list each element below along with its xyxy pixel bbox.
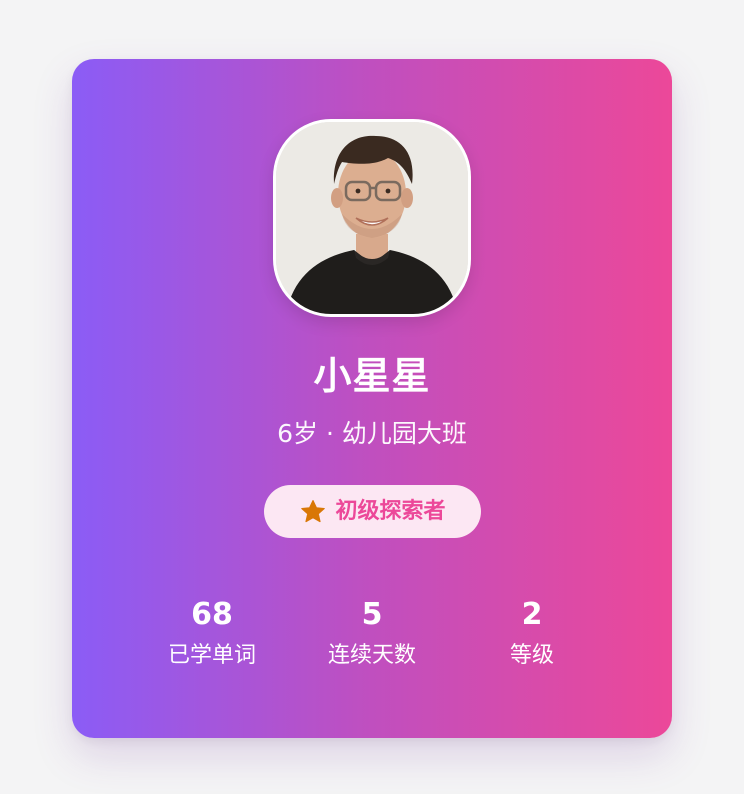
level-badge: 初级探索者 [264,485,481,538]
stat-value: 5 [361,597,383,632]
stat-label: 已学单词 [167,643,256,668]
star-icon [301,499,326,522]
profile-card: 小星星 6岁 · 幼儿园大班 初级探索者 68 已学单词 5 连续天数 2 等级 [72,59,672,738]
stat-label: 连续天数 [327,643,416,668]
avatar-photo [276,122,468,314]
badge-label: 初级探索者 [335,498,446,524]
stat-streak-days: 5 连续天数 [292,595,452,671]
stat-value: 68 [191,597,233,632]
stats-row: 68 已学单词 5 连续天数 2 等级 [132,595,612,671]
stat-level: 2 等级 [452,595,612,671]
profile-name: 小星星 [313,354,431,398]
avatar[interactable] [273,119,471,317]
stat-words-learned: 68 已学单词 [132,595,292,671]
stat-value: 2 [521,597,543,632]
profile-subtitle: 6岁 · 幼儿园大班 [277,419,467,448]
stat-label: 等级 [509,643,554,668]
